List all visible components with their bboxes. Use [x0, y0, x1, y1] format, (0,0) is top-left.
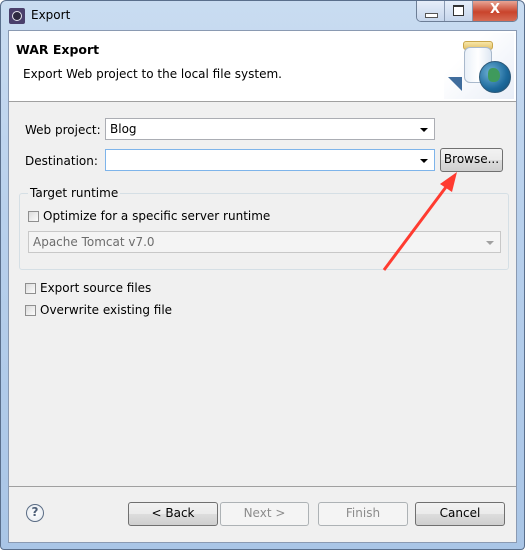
chevron-down-icon [420, 159, 428, 163]
help-icon: ? [31, 505, 39, 519]
chevron-down-icon [420, 128, 428, 132]
back-button[interactable]: < Back [128, 502, 218, 526]
checkbox-icon [25, 282, 36, 294]
optimize-runtime-checkbox[interactable]: Optimize for a specific server runtime [28, 209, 270, 223]
close-button[interactable]: X [473, 1, 517, 21]
title-bar[interactable]: Export X [1, 1, 524, 31]
web-project-label: Web project: [25, 123, 101, 137]
minimize-button[interactable] [417, 1, 445, 21]
wizard-title: WAR Export [16, 42, 100, 57]
footer-separator [9, 486, 516, 487]
war-jar-globe-icon [444, 33, 514, 99]
minimize-icon [425, 13, 438, 18]
window-title: Export [31, 8, 71, 22]
chevron-down-icon [486, 241, 494, 245]
globe-icon [479, 61, 511, 93]
target-runtime-label: Target runtime [28, 186, 121, 200]
server-runtime-value: Apache Tomcat v7.0 [33, 235, 155, 249]
eclipse-gear-icon [9, 8, 25, 24]
web-project-combo[interactable]: Blog [105, 118, 435, 140]
web-project-value: Blog [110, 122, 137, 136]
checkbox-icon [28, 210, 39, 222]
finish-button: Finish [318, 502, 408, 526]
close-icon: X [489, 2, 501, 17]
export-source-checkbox[interactable]: Export source files [25, 281, 151, 295]
window-controls: X [416, 1, 518, 22]
server-runtime-combo: Apache Tomcat v7.0 [28, 231, 501, 253]
dialog-content: WAR Export Export Web project to the loc… [8, 30, 517, 543]
help-button[interactable]: ? [26, 504, 44, 522]
optimize-runtime-label: Optimize for a specific server runtime [43, 209, 271, 223]
wizard-wedge-icon [448, 77, 462, 91]
next-button: Next > [220, 502, 309, 526]
overwrite-label: Overwrite existing file [40, 303, 173, 317]
wizard-description: Export Web project to the local file sys… [23, 67, 282, 81]
overwrite-checkbox[interactable]: Overwrite existing file [25, 303, 172, 317]
wizard-header: WAR Export Export Web project to the loc… [9, 31, 516, 102]
checkbox-icon [25, 304, 36, 316]
export-source-label: Export source files [40, 281, 152, 295]
destination-label: Destination: [25, 154, 98, 168]
maximize-button[interactable] [445, 1, 473, 21]
cancel-button[interactable]: Cancel [415, 502, 505, 526]
destination-combo[interactable] [105, 149, 435, 171]
browse-button[interactable]: Browse... [440, 148, 503, 172]
maximize-icon [453, 5, 464, 16]
export-dialog: Export X WAR Export Export Web project t… [0, 0, 525, 550]
